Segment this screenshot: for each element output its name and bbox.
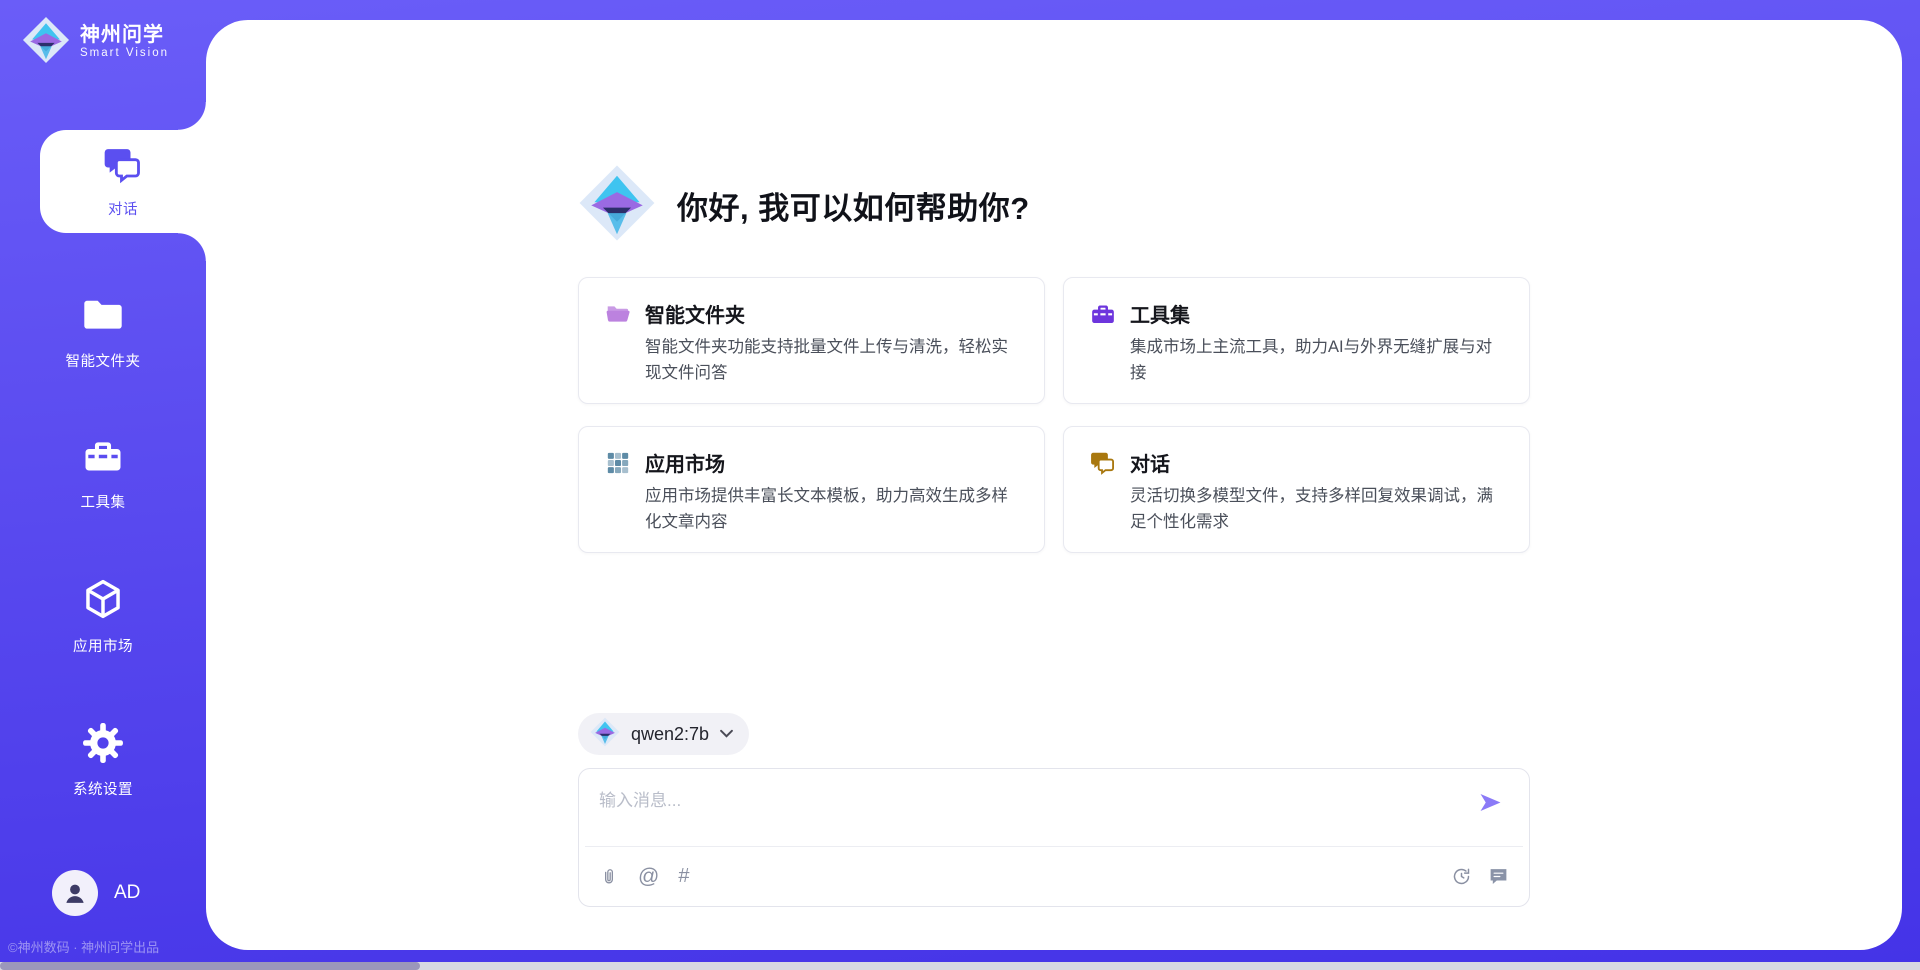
copyright-text: ©神州数码 · 神州问学出品 <box>8 937 159 956</box>
sidebar: 神州问学 Smart Vision 对话 智能文件夹 工具集 <box>0 0 206 970</box>
sidebar-item-label: 工具集 <box>81 491 126 512</box>
card-title: 应用市场 <box>645 448 1018 477</box>
greeting: 你好, 我可以如何帮助你? <box>578 165 1530 245</box>
card-chat[interactable]: 对话 灵活切换多模型文件，支持多样回复效果调试，满足个性化需求 <box>1063 426 1530 553</box>
sidebar-item-label: 系统设置 <box>73 778 133 799</box>
model-selector[interactable]: qwen2:7b <box>578 713 749 755</box>
scrollbar-thumb[interactable] <box>0 962 420 970</box>
attachment-icon[interactable] <box>599 866 619 888</box>
user-menu[interactable]: AD <box>52 870 140 916</box>
card-smart-folder[interactable]: 智能文件夹 智能文件夹功能支持批量文件上传与清洗，轻松实现文件问答 <box>578 277 1045 404</box>
card-description: 集成市场上主流工具，助力AI与外界无缝扩展与对接 <box>1130 335 1503 386</box>
message-composer: @ # <box>578 768 1530 907</box>
hash-icon[interactable]: # <box>678 865 689 888</box>
greeting-title: 你好, 我可以如何帮助你? <box>677 183 1030 228</box>
card-description: 灵活切换多模型文件，支持多样回复效果调试，满足个性化需求 <box>1130 484 1503 535</box>
sidebar-item-label: 对话 <box>108 198 138 219</box>
brand-name-cn: 神州问学 <box>80 24 169 47</box>
sidebar-item-label: 智能文件夹 <box>66 350 141 371</box>
diamond-logo-icon <box>590 717 620 752</box>
avatar <box>52 870 98 916</box>
folder-open-icon <box>605 301 631 327</box>
sidebar-item-label: 应用市场 <box>73 635 133 656</box>
feature-cards: 智能文件夹 智能文件夹功能支持批量文件上传与清洗，轻松实现文件问答 工具集 集成… <box>578 277 1530 553</box>
mention-icon[interactable]: @ <box>638 865 659 889</box>
card-title: 工具集 <box>1130 299 1503 328</box>
card-title: 对话 <box>1130 448 1503 477</box>
feedback-chat-icon[interactable] <box>1488 866 1509 887</box>
toolbox-icon <box>1090 301 1116 327</box>
cube-icon <box>81 577 125 626</box>
main-panel: 你好, 我可以如何帮助你? 智能文件夹 智能文件夹功能支持批量文件上传与清洗，轻… <box>206 20 1902 950</box>
message-input[interactable] <box>579 769 1387 846</box>
sidebar-item-smart-folder[interactable]: 智能文件夹 <box>0 276 206 386</box>
user-initials: AD <box>114 882 140 904</box>
toolbox-icon <box>82 435 124 482</box>
card-description: 智能文件夹功能支持批量文件上传与清洗，轻松实现文件问答 <box>645 335 1018 386</box>
card-title: 智能文件夹 <box>645 299 1018 328</box>
gear-icon <box>82 722 124 769</box>
chat-icon <box>1090 450 1116 476</box>
app-grid-icon <box>605 450 631 476</box>
sidebar-item-app-market[interactable]: 应用市场 <box>0 561 206 671</box>
card-description: 应用市场提供丰富长文本模板，助力高效生成多样化文章内容 <box>645 484 1018 535</box>
model-name: qwen2:7b <box>631 724 709 745</box>
chevron-down-icon <box>720 725 733 743</box>
card-toolset[interactable]: 工具集 集成市场上主流工具，助力AI与外界无缝扩展与对接 <box>1063 277 1530 404</box>
chat-icon <box>103 145 143 190</box>
sidebar-item-toolset[interactable]: 工具集 <box>0 418 206 528</box>
card-app-market[interactable]: 应用市场 应用市场提供丰富长文本模板，助力高效生成多样化文章内容 <box>578 426 1045 553</box>
brand-name-en: Smart Vision <box>80 47 169 60</box>
horizontal-scrollbar[interactable] <box>0 962 1920 970</box>
brand-logo: 神州问学 Smart Vision <box>22 16 169 69</box>
folder-icon <box>81 292 125 341</box>
diamond-logo-icon <box>22 16 70 69</box>
sidebar-item-settings[interactable]: 系统设置 <box>0 705 206 815</box>
sidebar-item-chat[interactable]: 对话 <box>40 130 206 233</box>
send-icon[interactable] <box>1479 793 1502 812</box>
diamond-logo-icon <box>578 162 656 249</box>
history-icon[interactable] <box>1451 866 1472 887</box>
